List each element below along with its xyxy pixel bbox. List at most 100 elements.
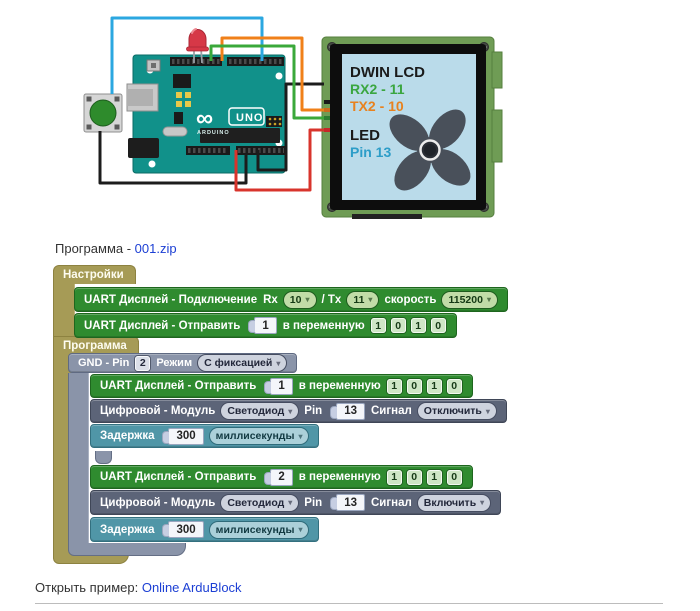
rx-label: Rx [263, 293, 278, 306]
tx-pin-value: 11 [353, 293, 365, 306]
rx-pin-dropdown[interactable]: 10 [283, 291, 316, 308]
block-label: Цифровой - Модуль [100, 496, 216, 509]
speed-value: 115200 [448, 293, 483, 306]
var-bits: 1 0 1 0 [386, 378, 462, 394]
var-bit[interactable]: 0 [430, 318, 446, 333]
program-zip-link[interactable]: 001.zip [135, 241, 177, 256]
circuit-diagram: ∞ UNO ARDUINO DWIN LCD RX2 - 11 TX2 - 10… [83, 16, 503, 219]
mode-value: С фиксацией [204, 357, 273, 369]
tutorial-page: ∞ UNO ARDUINO DWIN LCD RX2 - 11 TX2 - 10… [0, 0, 700, 611]
gnd-wrapper-spine[interactable] [68, 373, 89, 545]
lcd-title: DWIN LCD [350, 64, 425, 81]
block-uart-send-2[interactable]: UART Дисплей - Отправить 2 в переменную … [90, 465, 473, 489]
block-label: Задержка [100, 523, 155, 536]
block-uart-send-setup[interactable]: UART Дисплей - Отправить 1 в переменную … [74, 313, 457, 338]
divider [35, 603, 663, 604]
to-var-label: в переменную [298, 471, 381, 483]
signal-dropdown[interactable]: Отключить [417, 403, 496, 419]
block-delay-1[interactable]: Задержка 300 миллисекунды [90, 424, 320, 448]
block-digital-1[interactable]: Цифровой - Модуль Светодиод Pin 13 Сигна… [90, 399, 507, 423]
module-dropdown[interactable]: Светодиод [221, 403, 299, 419]
settings-tab-label: Настройки [63, 269, 124, 281]
gnd-wrapper-bottom[interactable] [68, 543, 186, 556]
signal-dropdown[interactable]: Включить [417, 494, 491, 511]
speed-dropdown[interactable]: 115200 [442, 291, 497, 308]
block-label: Цифровой - Модуль [100, 405, 216, 417]
var-bit[interactable]: 1 [426, 469, 442, 485]
pin-label: Pin [304, 405, 323, 417]
pin-input[interactable]: 13 [330, 494, 365, 511]
delay-unit-value: миллисекунды [215, 523, 295, 536]
var-bit[interactable]: 1 [386, 469, 402, 485]
uno-label: UNO [236, 112, 263, 124]
arduino-board: ∞ UNO ARDUINO [126, 54, 286, 174]
block-uart-connect[interactable]: UART Дисплей - Подключение Rx 10 / Tx 11… [74, 287, 508, 312]
arduino-brand-label: ARDUINO [197, 130, 230, 136]
var-bit[interactable]: 1 [386, 378, 402, 394]
lcd-pin-label: Pin 13 [350, 144, 391, 160]
lcd-rx-label: RX2 - 11 [350, 81, 405, 97]
ardublock-link[interactable]: Online ArduBlock [142, 580, 242, 595]
send-value-input[interactable]: 2 [264, 468, 293, 486]
var-bit[interactable]: 0 [390, 318, 406, 333]
block-delay-2[interactable]: Задержка 300 миллисекунды [90, 517, 320, 542]
mode-label: Режим [156, 357, 193, 369]
var-bit[interactable]: 0 [406, 469, 422, 485]
var-bit[interactable]: 0 [406, 378, 422, 394]
block-gnd-pin[interactable]: GND - Pin 2 Режим С фиксацией [68, 353, 298, 373]
to-var-label: в переменную [282, 319, 365, 332]
lcd-tx-label: TX2 - 10 [350, 98, 404, 114]
arduino-logo-icon: ∞ [196, 105, 213, 132]
block-uart-send-1[interactable]: UART Дисплей - Отправить 1 в переменную … [90, 374, 473, 398]
program-link-line: Программа - 001.zip [55, 241, 177, 256]
mode-dropdown[interactable]: С фиксацией [198, 355, 287, 371]
delay-unit-dropdown[interactable]: миллисекунды [209, 521, 309, 538]
var-bit[interactable]: 1 [426, 378, 442, 394]
delay-unit-value: миллисекунды [215, 430, 295, 442]
tx-pin-dropdown[interactable]: 11 [347, 291, 379, 308]
var-bit[interactable]: 1 [370, 318, 386, 333]
gnd-pin-value[interactable]: 2 [135, 355, 151, 371]
to-var-label: в переменную [298, 380, 381, 392]
pin-input[interactable]: 13 [330, 402, 365, 420]
speed-label: скорость [384, 293, 437, 306]
var-bit[interactable]: 1 [410, 318, 426, 333]
block-label: UART Дисплей - Отправить [100, 380, 257, 392]
block-label: GND - Pin [78, 357, 130, 369]
block-digital-2[interactable]: Цифровой - Модуль Светодиод Pin 13 Сигна… [90, 490, 502, 515]
example-link-prefix: Открыть пример: [35, 580, 142, 595]
var-bits: 1 0 1 0 [386, 469, 462, 485]
block-label: Задержка [100, 430, 155, 442]
tx-label: / Tx [321, 293, 342, 306]
tab-settings[interactable]: Настройки [53, 265, 136, 284]
module-dropdown[interactable]: Светодиод [221, 494, 299, 511]
rx-pin-value: 10 [289, 293, 302, 306]
signal-label: Сигнал [370, 405, 412, 417]
lcd-led-label: LED [350, 127, 380, 144]
var-bit[interactable]: 0 [446, 469, 462, 485]
example-link-line: Открыть пример: Online ArduBlock [35, 580, 242, 595]
push-button [83, 93, 123, 133]
pin-label: Pin [304, 496, 323, 509]
gnd-wrapper-notch [95, 451, 112, 464]
dwin-lcd: DWIN LCD RX2 - 11 TX2 - 10 LED Pin 13 [321, 36, 503, 219]
delay-input[interactable]: 300 [162, 521, 204, 538]
power-jack [128, 138, 159, 158]
module-value: Светодиод [227, 405, 285, 417]
signal-label: Сигнал [370, 496, 412, 509]
var-bit[interactable]: 0 [446, 378, 462, 394]
block-label: UART Дисплей - Отправить [100, 471, 257, 483]
send-value-input[interactable]: 1 [248, 317, 277, 334]
send-value-input[interactable]: 1 [264, 377, 293, 395]
program-link-prefix: Программа - [55, 241, 135, 256]
signal-value: Отключить [423, 405, 482, 417]
program-tab-label: Программа [63, 340, 127, 352]
block-label: UART Дисплей - Отправить [84, 319, 241, 332]
delay-unit-dropdown[interactable]: миллисекунды [209, 428, 309, 444]
icsp-pins [266, 116, 282, 127]
signal-value: Включить [423, 496, 477, 509]
block-label: UART Дисплей - Подключение [84, 293, 258, 306]
module-value: Светодиод [227, 496, 285, 509]
delay-input[interactable]: 300 [162, 427, 204, 445]
var-bits: 1 0 1 0 [370, 318, 446, 333]
